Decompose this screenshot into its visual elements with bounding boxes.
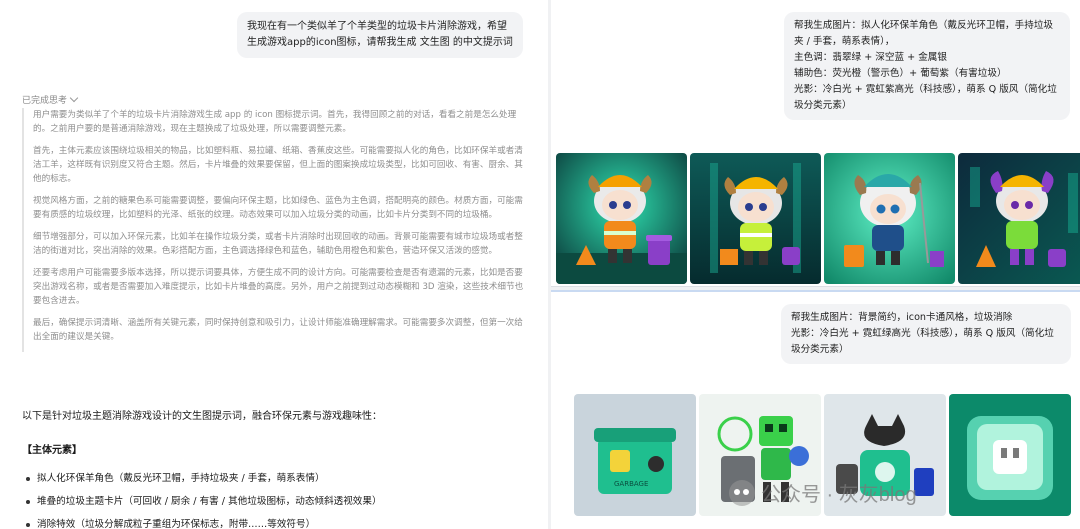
glass-box-icon-illustration: [949, 394, 1071, 516]
prompt-text: 帮我生成图片：拟人化环保羊角色（戴反光环卫帽，手持垃圾夹 / 手套，萌系表情），…: [794, 20, 1057, 111]
thinking-paragraph: 细节增强部分，可以加入环保元素，比如羊在操作垃圾分类，或者卡片消除时出现回收的动…: [33, 232, 523, 256]
list-item: 拟人化环保羊角色（戴反光环卫帽，手持垃圾夹 / 手套，萌系表情）: [24, 467, 534, 490]
chevron-down-icon: [69, 93, 79, 103]
image-prompt-message: 帮我生成图片：背景简约，icon卡通风格，垃圾消除 光影：冷白光 + 霓虹绿高光…: [781, 304, 1071, 364]
thinking-paragraph: 首先，主体元素应该围绕垃圾相关的物品，比如塑料瓶、易拉罐、纸箱、香蕉皮这些。可能…: [33, 146, 523, 184]
section-title: 【主体元素】: [22, 445, 82, 456]
wechat-icon: [729, 479, 755, 506]
prompt-text: 帮我生成图片：背景简约，icon卡通风格，垃圾消除 光影：冷白光 + 霓虹绿高光…: [791, 312, 1054, 355]
watermark: 公众号 · 灰灰blog: [729, 478, 917, 507]
thinking-paragraph: 最后，确保提示词清晰、涵盖所有关键元素，同时保持创意和吸引力，让设计师能准确理解…: [33, 318, 523, 342]
sheep-character-illustration: [824, 153, 955, 284]
sheep-character-illustration: [690, 153, 821, 284]
image-prompt-message: 帮我生成图片：拟人化环保羊角色（戴反光环卫帽，手持垃圾夹 / 手套，萌系表情），…: [784, 12, 1070, 120]
generated-image[interactable]: [958, 153, 1080, 284]
bin-label: GARBAGE: [614, 480, 648, 488]
bullet-list: 拟人化环保羊角色（戴反光环卫帽，手持垃圾夹 / 手套，萌系表情） 堆叠的垃圾主题…: [24, 467, 534, 529]
thinking-paragraph: 用户需要为类似羊了个羊的垃圾卡片消除游戏生成 app 的 icon 图标提示词。…: [33, 110, 517, 134]
thinking-paragraph: 视觉风格方面，之前的糖果色系可能需要调整，要偏向环保主题，比如绿色、蓝色为主色调…: [33, 196, 523, 220]
trash-bin-icon-illustration: GARBAGE: [574, 394, 696, 516]
chat-panel-left: 我现在有一个类似羊了个羊类型的垃圾卡片消除游戏，希望生成游戏app的icon图标…: [0, 0, 548, 529]
chat-panel-right-bottom: 帮我生成图片：背景简约，icon卡通风格，垃圾消除 光影：冷白光 + 霓虹绿高光…: [551, 290, 1080, 529]
sheep-character-illustration: [556, 153, 687, 284]
chat-panel-right-top: 帮我生成图片：拟人化环保羊角色（戴反光环卫帽，手持垃圾夹 / 手套，萌系表情），…: [551, 0, 1080, 287]
thinking-toggle[interactable]: 已完成思考: [22, 93, 79, 106]
generated-image-row: [556, 153, 1080, 284]
list-item: 堆叠的垃圾主题卡片（可回收 / 厨余 / 有害 / 其他垃圾图标，动态倾斜透视效…: [24, 490, 534, 513]
generated-image[interactable]: [949, 394, 1071, 516]
sheep-character-illustration: [958, 153, 1080, 284]
thinking-label: 已完成思考: [22, 96, 68, 106]
generated-image[interactable]: [690, 153, 821, 284]
thinking-content: 用户需要为类似羊了个羊的垃圾卡片消除游戏生成 app 的 icon 图标提示词。…: [22, 108, 528, 352]
generated-image[interactable]: [824, 153, 955, 284]
user-message: 我现在有一个类似羊了个羊类型的垃圾卡片消除游戏，希望生成游戏app的icon图标…: [237, 12, 523, 58]
list-item: 消除特效（垃圾分解成粒子重组为环保标志，附带……等效符号）: [24, 513, 534, 529]
generated-image[interactable]: [556, 153, 687, 284]
answer-intro: 以下是针对垃圾主题消除游戏设计的文生图提示词，融合环保元素与游戏趣味性：: [22, 411, 382, 422]
generated-image[interactable]: GARBAGE: [574, 394, 696, 516]
watermark-text: 公众号 · 灰灰blog: [761, 484, 917, 506]
thinking-paragraph: 还要考虑用户可能需要多版本选择，所以提示词要具体，方便生成不同的设计方向。可能需…: [33, 268, 524, 306]
